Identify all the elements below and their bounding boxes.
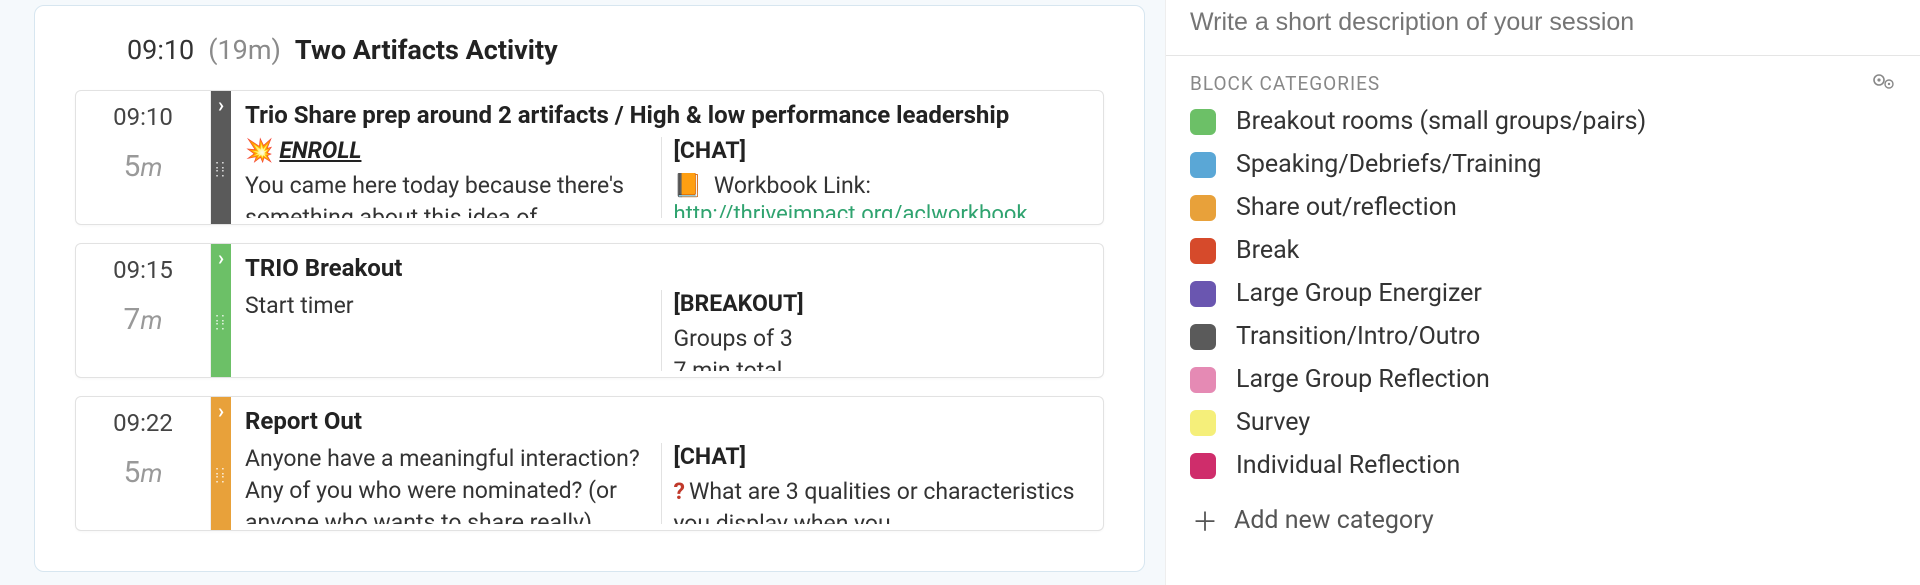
- question-line: ?What are 3 qualities or characteristics…: [674, 476, 1080, 524]
- block-category-stripe: › ∷∷: [211, 397, 231, 530]
- block-left-text: You came here today because there's some…: [245, 170, 651, 218]
- block-start-time: 09:10: [113, 103, 173, 131]
- category-swatch: [1190, 281, 1216, 307]
- category-label: Breakout rooms (small groups/pairs): [1236, 107, 1646, 136]
- category-swatch: [1190, 238, 1216, 264]
- category-item[interactable]: Breakout rooms (small groups/pairs): [1190, 107, 1896, 136]
- category-label: Individual Reflection: [1236, 451, 1460, 480]
- chat-label: [CHAT]: [674, 137, 1080, 164]
- category-swatch: [1190, 152, 1216, 178]
- category-swatch: [1190, 367, 1216, 393]
- block-duration: 7m: [124, 302, 163, 337]
- block-duration: 5m: [124, 149, 163, 184]
- block-right-column: [CHAT] 📙 Workbook Link: http://thriveimp…: [661, 137, 1090, 218]
- category-item[interactable]: Break: [1190, 236, 1896, 265]
- category-item[interactable]: Share out/reflection: [1190, 193, 1896, 222]
- block-title: Report Out: [245, 407, 1089, 435]
- chevron-right-icon[interactable]: ›: [218, 401, 224, 421]
- drag-handle-icon[interactable]: ∷∷: [216, 468, 227, 524]
- block-left-text: Anyone have a meaningful interaction? An…: [245, 443, 651, 524]
- category-item[interactable]: Transition/Intro/Outro: [1190, 322, 1896, 351]
- agenda-block[interactable]: 09:15 7m › ∷∷ TRIO Breakout Start timer: [75, 243, 1104, 378]
- category-item[interactable]: Large Group Energizer: [1190, 279, 1896, 308]
- block-time-col: 09:10 5m: [76, 91, 211, 224]
- section-duration: (19m): [208, 34, 281, 66]
- category-item[interactable]: Speaking/Debriefs/Training: [1190, 150, 1896, 179]
- block-left-text: Start timer: [245, 290, 651, 322]
- drag-handle-icon[interactable]: ∷∷: [216, 315, 227, 371]
- drag-handle-icon[interactable]: ∷∷: [216, 162, 227, 218]
- question-icon: ?: [674, 478, 685, 505]
- section-title: Two Artifacts Activity: [295, 34, 558, 66]
- category-swatch: [1190, 195, 1216, 221]
- categories-header: BLOCK CATEGORIES: [1190, 72, 1380, 95]
- categories-section: BLOCK CATEGORIES Breakout rooms (small g…: [1166, 56, 1920, 557]
- category-label: Survey: [1236, 408, 1310, 437]
- plus-icon: ＋: [1192, 502, 1218, 539]
- category-label: Large Group Energizer: [1236, 279, 1482, 308]
- workbook-link[interactable]: http://thriveimpact.org/aclworkbook: [674, 202, 1028, 218]
- breakout-label: [BREAKOUT]: [674, 290, 1080, 317]
- category-swatch: [1190, 324, 1216, 350]
- category-swatch: [1190, 410, 1216, 436]
- sidebar-panel: BLOCK CATEGORIES Breakout rooms (small g…: [1165, 0, 1920, 585]
- agenda-block[interactable]: 09:10 5m › ∷∷ Trio Share prep around 2 a…: [75, 90, 1104, 225]
- block-duration: 5m: [124, 455, 163, 490]
- agenda-panel: 09:10 (19m) Two Artifacts Activity 09:10…: [0, 0, 1165, 585]
- block-list: 09:10 5m › ∷∷ Trio Share prep around 2 a…: [75, 90, 1104, 531]
- category-item[interactable]: Individual Reflection: [1190, 451, 1896, 480]
- block-body: Report Out Anyone have a meaningful inte…: [231, 397, 1103, 530]
- category-list: Breakout rooms (small groups/pairs) Speak…: [1190, 107, 1896, 480]
- description-area: [1166, 0, 1920, 56]
- block-title: TRIO Breakout: [245, 254, 1089, 282]
- category-label: Share out/reflection: [1236, 193, 1457, 222]
- category-item[interactable]: Large Group Reflection: [1190, 365, 1896, 394]
- enroll-link[interactable]: ENROLL: [279, 137, 361, 164]
- chevron-right-icon[interactable]: ›: [218, 95, 224, 115]
- block-start-time: 09:15: [113, 256, 173, 284]
- block-time-col: 09:15 7m: [76, 244, 211, 377]
- category-label: Large Group Reflection: [1236, 365, 1490, 394]
- breakout-line2: 7 min total: [674, 355, 1080, 371]
- block-left-column: Start timer: [245, 290, 661, 371]
- session-description-input[interactable]: [1190, 8, 1896, 37]
- block-time-col: 09:22 5m: [76, 397, 211, 530]
- agenda-block[interactable]: 09:22 5m › ∷∷ Report Out Anyone have a m…: [75, 396, 1104, 531]
- block-body: TRIO Breakout Start timer [BREAKOUT] Gro…: [231, 244, 1103, 377]
- breakout-line1: Groups of 3: [674, 323, 1080, 355]
- category-label: Speaking/Debriefs/Training: [1236, 150, 1541, 179]
- block-right-column: [BREAKOUT] Groups of 3 7 min total: [661, 290, 1090, 371]
- section-card: 09:10 (19m) Two Artifacts Activity 09:10…: [34, 5, 1145, 572]
- block-right-column: [CHAT] ?What are 3 qualities or characte…: [661, 443, 1090, 524]
- category-swatch: [1190, 453, 1216, 479]
- block-body: Trio Share prep around 2 artifacts / Hig…: [231, 91, 1103, 224]
- block-start-time: 09:22: [113, 409, 173, 437]
- block-left-column: 💥 ENROLL You came here today because the…: [245, 137, 661, 218]
- gear-icon[interactable]: [1872, 72, 1896, 95]
- add-category-label: Add new category: [1234, 506, 1434, 535]
- chat-label: [CHAT]: [674, 443, 1080, 470]
- chevron-right-icon[interactable]: ›: [218, 248, 224, 268]
- category-label: Transition/Intro/Outro: [1236, 322, 1480, 351]
- block-title: Trio Share prep around 2 artifacts / Hig…: [245, 101, 1089, 129]
- add-category-button[interactable]: ＋ Add new category: [1190, 502, 1896, 539]
- category-swatch: [1190, 109, 1216, 135]
- enroll-line: 💥 ENROLL: [245, 137, 651, 164]
- workbook-line: 📙 Workbook Link:: [674, 170, 1080, 202]
- block-left-column: Anyone have a meaningful interaction? An…: [245, 443, 661, 524]
- block-category-stripe: › ∷∷: [211, 244, 231, 377]
- category-label: Break: [1236, 236, 1299, 265]
- block-category-stripe: › ∷∷: [211, 91, 231, 224]
- section-header: 09:10 (19m) Two Artifacts Activity: [75, 6, 1104, 90]
- category-item[interactable]: Survey: [1190, 408, 1896, 437]
- section-start-time: 09:10: [127, 34, 194, 66]
- book-icon: 📙: [674, 172, 703, 199]
